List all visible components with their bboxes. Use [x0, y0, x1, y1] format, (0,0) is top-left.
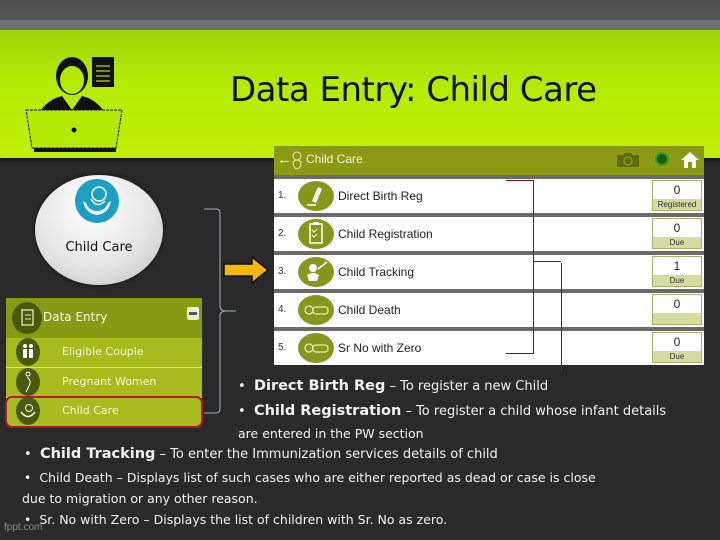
count-badge: 0 Due [652, 218, 702, 249]
right-arrow-icon [223, 255, 270, 285]
bullet-desc: To register a child whose infant details [416, 404, 667, 419]
menu-item-child-care[interactable]: Child Care [5, 396, 203, 428]
menu-header[interactable]: Data Entry [6, 298, 202, 338]
bracket-connector [204, 208, 236, 414]
bullet-desc: Displays the list of children with Sr. N… [153, 512, 448, 527]
menu-item-label: Eligible Couple [62, 345, 144, 358]
bullet-term: Child Registration [253, 403, 402, 419]
connector-line [561, 263, 562, 371]
row-number: 4. [278, 304, 287, 315]
bullet-child-registration: • Child Registration – To register a chi… [238, 403, 667, 419]
bullet-term: Direct Birth Reg [253, 378, 386, 394]
count-value: 1 [673, 259, 681, 273]
count-status: Due [653, 237, 701, 248]
lying-baby-icon [298, 295, 334, 325]
count-badge: 0 Registered [652, 180, 702, 211]
title-banner: Data Entry: Child Care [0, 30, 720, 158]
count-status: Registered [653, 199, 701, 210]
app-header: ← Child Care [274, 146, 704, 175]
bullet-sep: – [385, 379, 401, 394]
row-number: 5. [278, 342, 287, 353]
count-badge: 1 Due [652, 256, 702, 287]
bullet-child-tracking: • Child Tracking – To enter the Immuniza… [24, 446, 498, 462]
row-label: Child Registration [338, 227, 433, 241]
app-header-title: Child Care [306, 152, 363, 166]
count-badge: 0 [652, 294, 702, 325]
bullet-continuation: are entered in the PW section [238, 426, 424, 441]
count-status: Due [653, 351, 701, 362]
pencil-icon [298, 181, 334, 211]
menu-item-label: Pregnant Women [62, 375, 157, 388]
bullet-sep: – [155, 447, 171, 462]
row-number: 1. [278, 190, 287, 201]
list-item-child-tracking[interactable]: 3. Child Tracking 1 Due [274, 255, 704, 289]
circle-label: Child Care [65, 240, 133, 255]
menu-header-label: Data Entry [43, 310, 108, 324]
bullet-sep: – [139, 512, 154, 527]
document-edit-icon [12, 302, 42, 334]
row-label: Sr No with Zero [338, 341, 422, 355]
bullet-sep: – [112, 470, 127, 485]
clipboard-checklist-icon [298, 219, 334, 249]
menu-item-pregnant-women[interactable]: Pregnant Women [6, 368, 202, 398]
count-value: 0 [673, 335, 681, 349]
camera-icon[interactable] [617, 153, 639, 167]
baby-in-hands-icon [16, 397, 40, 425]
watermark: fppt.com [4, 522, 43, 533]
child-care-circle: Child Care [35, 175, 163, 285]
bullet-desc: To enter the Immunization services detai… [170, 447, 498, 462]
count-value: 0 [673, 221, 681, 235]
count-value: 0 [673, 183, 681, 197]
list-item-sr-no-with-zero[interactable]: 5. Sr No with Zero 0 Due [274, 331, 704, 365]
lying-baby-icon [298, 333, 334, 363]
bullet-desc: Displays list of such cases who are eith… [126, 470, 596, 485]
status-indicator-icon [657, 154, 667, 164]
bullet-sep: – [401, 404, 417, 419]
baby-in-hands-icon [75, 179, 119, 223]
data-entry-menu: Data Entry Eligible Couple Pregnant Wome… [5, 298, 203, 428]
connector-line [533, 261, 561, 262]
row-label: Child Death [338, 303, 401, 317]
count-badge: 0 Due [652, 332, 702, 363]
connector-line [533, 180, 534, 354]
baby-icon [292, 151, 302, 170]
bullet-term: Sr. No with Zero [39, 512, 140, 527]
baby-vaccine-icon [298, 257, 334, 287]
bullet-direct-birth-reg: • Direct Birth Reg – To register a new C… [238, 378, 549, 394]
row-number: 2. [278, 228, 287, 239]
count-status: Due [653, 275, 701, 286]
count-status [653, 313, 701, 324]
bullet-term: Child Death [39, 470, 113, 485]
data-entry-operator-icon [25, 57, 123, 152]
list-item-child-death[interactable]: 4. Child Death 0 [274, 293, 704, 327]
child-care-app-panel: ← Child Care 1. Direct Birth Reg 0 Regis… [274, 146, 704, 365]
slide-title: Data Entry: Child Care [230, 70, 597, 110]
menu-item-eligible-couple[interactable]: Eligible Couple [6, 338, 202, 368]
connector-line [506, 353, 534, 354]
bullet-desc: To register a new Child [400, 379, 549, 394]
row-label: Direct Birth Reg [338, 189, 423, 203]
pregnant-woman-icon [16, 368, 40, 396]
row-label: Child Tracking [338, 265, 415, 279]
home-icon[interactable] [679, 150, 701, 170]
couple-icon [16, 338, 40, 366]
list-item-child-registration[interactable]: 2. Child Registration 0 Due [274, 217, 704, 251]
row-number: 3. [278, 266, 287, 277]
slide-top-bar-stripe [0, 20, 720, 30]
bullet-child-death: • Child Death – Displays list of such ca… [24, 470, 596, 485]
collapse-icon[interactable] [187, 307, 199, 320]
bullet-continuation: due to migration or any other reason. [22, 491, 258, 506]
connector-line [506, 180, 534, 181]
list-item-direct-birth-reg[interactable]: 1. Direct Birth Reg 0 Registered [274, 179, 704, 213]
count-value: 0 [673, 297, 681, 311]
bullet-term: Child Tracking [39, 446, 156, 462]
menu-item-label: Child Care [62, 404, 119, 417]
bullet-sr-no-with-zero: • Sr. No with Zero – Displays the list o… [24, 512, 448, 527]
